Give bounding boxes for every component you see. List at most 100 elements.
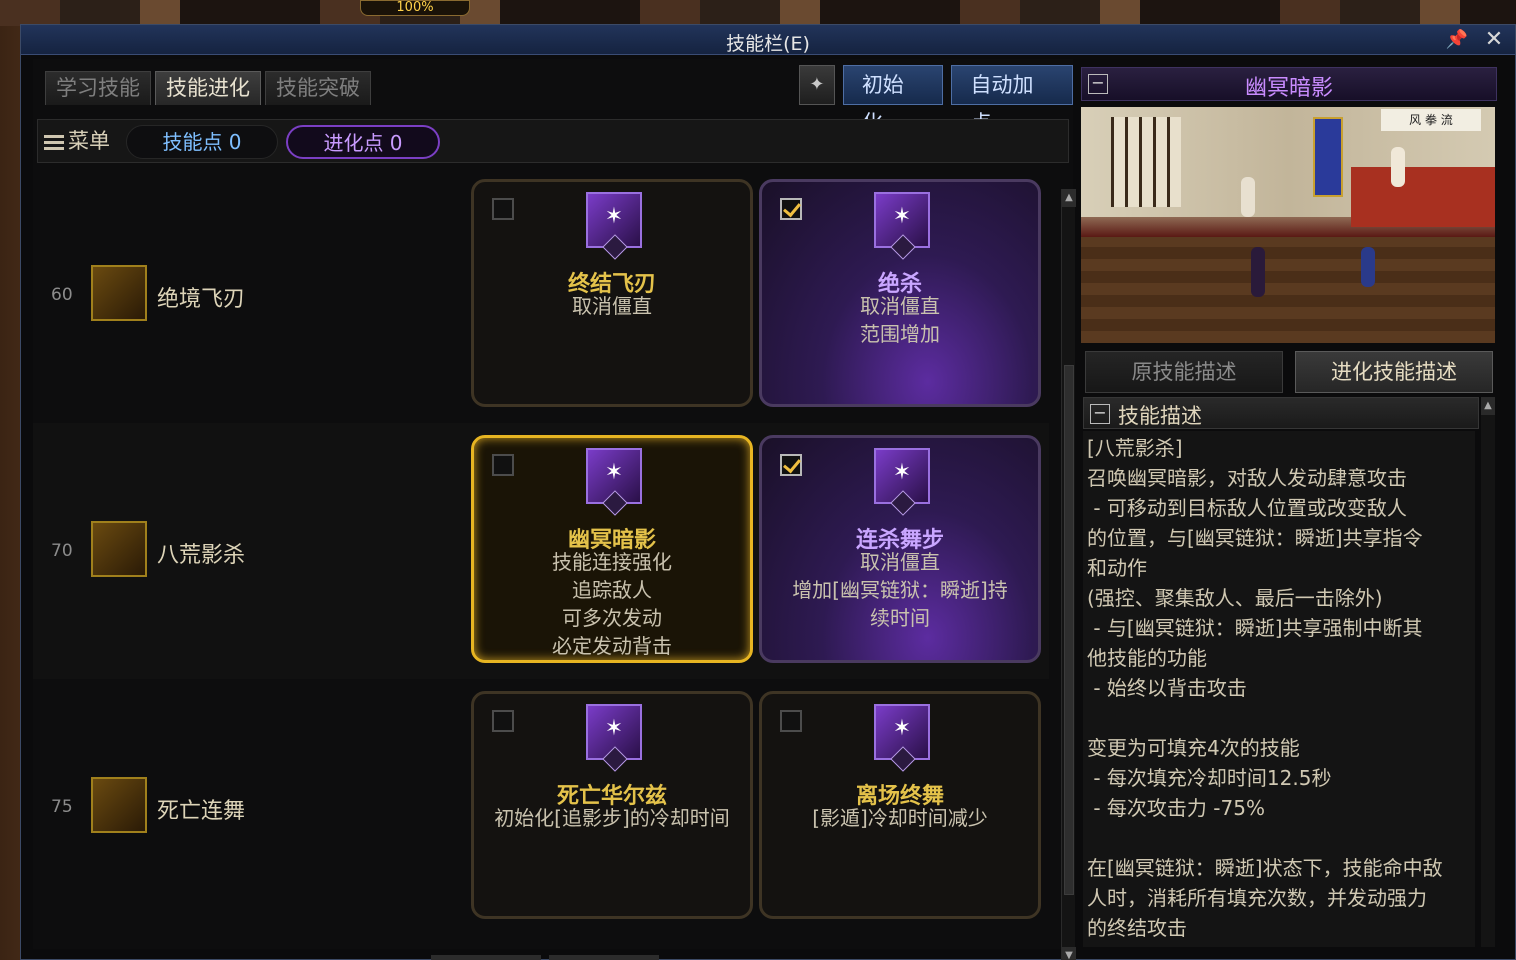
evolution-description: 取消僵直 范围增加 [766,292,1034,348]
evolution-description: [影遁]冷却时间减少 [766,804,1034,832]
hp-badge: 100% [360,0,470,16]
evolution-description: 初始化[追影步]的冷却时间 [478,804,746,832]
menu-button[interactable]: 菜单 [44,126,110,158]
evolution-description-line: 续时间 [870,606,930,630]
description-line: 的位置，与[幽冥链狱：瞬逝]共享指令 [1087,526,1423,550]
scroll-up-icon[interactable]: ▲ [1481,397,1495,415]
skill-row: 75 死亡连舞 ✶ 死亡华尔兹 初始化[追影步]的冷却时间 ✶ 离场终舞 [影遁]冷却时间减少 [33,679,1049,935]
evolution-checkbox[interactable] [492,454,514,476]
description-line: 的终结攻击 [1087,916,1187,940]
evolution-checkbox[interactable] [492,198,514,220]
description-line [1087,703,1471,733]
evolution-card[interactable]: ✶ 绝杀 取消僵直 范围增加 [759,179,1041,407]
evolution-card[interactable]: ✶ 离场终舞 [影遁]冷却时间减少 [759,691,1041,919]
evolution-card[interactable]: ✶ 幽冥暗影 技能连接强化 追踪敌人 可多次发动 必定发动背击 [471,435,753,663]
skill-name: 死亡连舞 [157,799,246,824]
tab-evolved-description[interactable]: 进化技能描述 [1295,351,1493,393]
evolution-description-line: 追踪敌人 [572,578,652,602]
evolution-description-line: 技能连接强化 [552,550,672,574]
tab-0[interactable]: 学习技能 [45,71,151,105]
skill-row: 70 八荒影杀 ✶ 幽冥暗影 技能连接强化 追踪敌人 可多次发动 必定发动背击 ✶ 连杀舞步 取消僵… [33,423,1049,679]
evolution-points-badge: 进化点 0 [286,125,440,159]
points-bar: 菜单 技能点 0 进化点 0 [37,119,1069,163]
skill-list-scrollbar[interactable]: ▲ ▼ [1061,189,1076,960]
collapse-icon[interactable]: − [1090,404,1110,424]
description-line: - 每次攻击力 -75% [1087,796,1265,820]
evolution-checkbox[interactable] [780,710,802,732]
evolution-checkbox[interactable] [492,710,514,732]
tab-original-description[interactable]: 原技能描述 [1085,351,1283,393]
evolution-description-line: [影遁]冷却时间减少 [812,806,988,830]
evolution-skill-icon: ✶ [586,192,642,260]
skill-detail-panel: − 幽冥暗影 风 拳 流 原技能描述 进化技能描述 − 技能描述 [八荒影杀] 召… [1079,59,1499,949]
description-line: 和动作 [1087,556,1147,580]
description-header-label: 技能描述 [1118,404,1202,428]
description-line: - 与[幽冥链狱：瞬逝]共享强制中断其 [1087,616,1423,640]
description-line: 在[幽冥链狱：瞬逝]状态下，技能命中敌 [1087,856,1443,880]
skill-preview-image: 风 拳 流 [1081,107,1495,343]
description-line: 他技能的功能 [1087,646,1207,670]
detail-header: − 幽冥暗影 [1081,67,1497,101]
skill-level: 75 [51,797,73,817]
preview-sign: 风 拳 流 [1381,109,1481,131]
evolution-description-line: 取消僵直 [860,550,940,574]
close-icon[interactable]: ✕ [1482,28,1506,52]
skill-icon[interactable] [91,521,147,577]
description-line: - 可移动到目标敌人位置或改变敌人 [1087,496,1407,520]
description-line: [八荒影杀] [1087,436,1183,460]
skill-row: 60 绝境飞刃 ✶ 终结飞刃 取消僵直 ✶ 绝杀 取消僵直 范围增加 [33,167,1049,423]
skill-window: 技能栏(E) 📌 ✕ 学习技能技能进化技能突破 ✦ 初始化 自动加点 菜单 技能… [20,24,1516,960]
description-header: − 技能描述 [1083,397,1479,429]
evolution-skill-icon: ✶ [874,192,930,260]
evolution-description: 技能连接强化 追踪敌人 可多次发动 必定发动背击 [478,548,746,660]
skill-name: 八荒影杀 [157,543,246,568]
tab-bar: 学习技能 技能进化 技能突破 [45,71,371,105]
tab-2[interactable]: 技能突破 [265,71,371,105]
description-line: (强控、聚集敌人、最后一击除外) [1087,586,1383,610]
tab-1[interactable]: 技能进化 [155,71,261,105]
evolution-skill-icon: ✶ [874,704,930,772]
detail-skill-title: 幽冥暗影 [1244,76,1333,101]
skill-level: 70 [51,541,73,561]
description-line: - 始终以背击攻击 [1087,676,1247,700]
evolution-description-line: 取消僵直 [572,294,652,318]
auto-assign-button[interactable]: 自动加点 [951,65,1073,135]
evolution-skill-icon: ✶ [586,704,642,772]
skill-points-badge: 技能点 0 [126,125,278,159]
skill-level: 60 [51,285,73,305]
evolution-description-line: 初始化[追影步]的冷却时间 [494,806,730,830]
bottom-tab-stub [431,955,541,960]
evolution-checkbox[interactable] [780,198,802,220]
description-body: [八荒影杀] 召唤幽冥暗影，对敌人发动肆意攻击 - 可移动到目标敌人位置或改变敌人… [1083,431,1475,947]
skill-icon[interactable] [91,777,147,833]
evolution-description-line: 增加[幽冥链狱：瞬逝]持 [792,578,1008,602]
game-hud-strip [0,0,1516,26]
description-line: 变更为可填充4次的技能 [1087,736,1300,760]
evolution-description-line: 可多次发动 [562,606,662,630]
evolution-card[interactable]: ✶ 终结飞刃 取消僵直 [471,179,753,407]
description-line: - 每次填充冷却时间12.5秒 [1087,766,1332,790]
reset-button[interactable]: 初始化 [842,65,944,135]
evolution-description-line: 范围增加 [860,322,940,346]
title-bar[interactable]: 技能栏(E) 📌 ✕ [21,25,1515,55]
skill-evolution-panel: 学习技能技能进化技能突破 ✦ 初始化 自动加点 菜单 技能点 0 进化点 0 6… [33,59,1073,949]
evolution-card[interactable]: ✶ 连杀舞步 取消僵直 增加[幽冥链狱：瞬逝]持 续时间 [759,435,1041,663]
skill-icon[interactable] [91,265,147,321]
evolution-skill-icon: ✶ [586,448,642,516]
window-title: 技能栏(E) [726,33,810,55]
evolution-description: 取消僵直增加[幽冥链狱：瞬逝]持 续时间 [766,548,1034,632]
evolution-checkbox[interactable] [780,454,802,476]
description-line: 召唤幽冥暗影，对敌人发动肆意攻击 [1087,466,1407,490]
scroll-thumb[interactable] [1064,365,1074,895]
scroll-down-icon[interactable]: ▼ [1062,947,1076,960]
scroll-up-icon[interactable]: ▲ [1062,189,1076,207]
evolution-description: 取消僵直 [478,292,746,320]
skill-icon-button[interactable]: ✦ [799,65,835,105]
menu-icon [44,132,64,153]
pin-icon[interactable]: 📌 [1445,28,1469,52]
evolution-card[interactable]: ✶ 死亡华尔兹 初始化[追影步]的冷却时间 [471,691,753,919]
bottom-tab-stub [549,955,659,960]
description-scrollbar[interactable]: ▲ [1481,397,1495,947]
description-line: 人时，消耗所有填充次数，并发动强力 [1087,886,1427,910]
description-tabs: 原技能描述 进化技能描述 [1085,351,1497,395]
